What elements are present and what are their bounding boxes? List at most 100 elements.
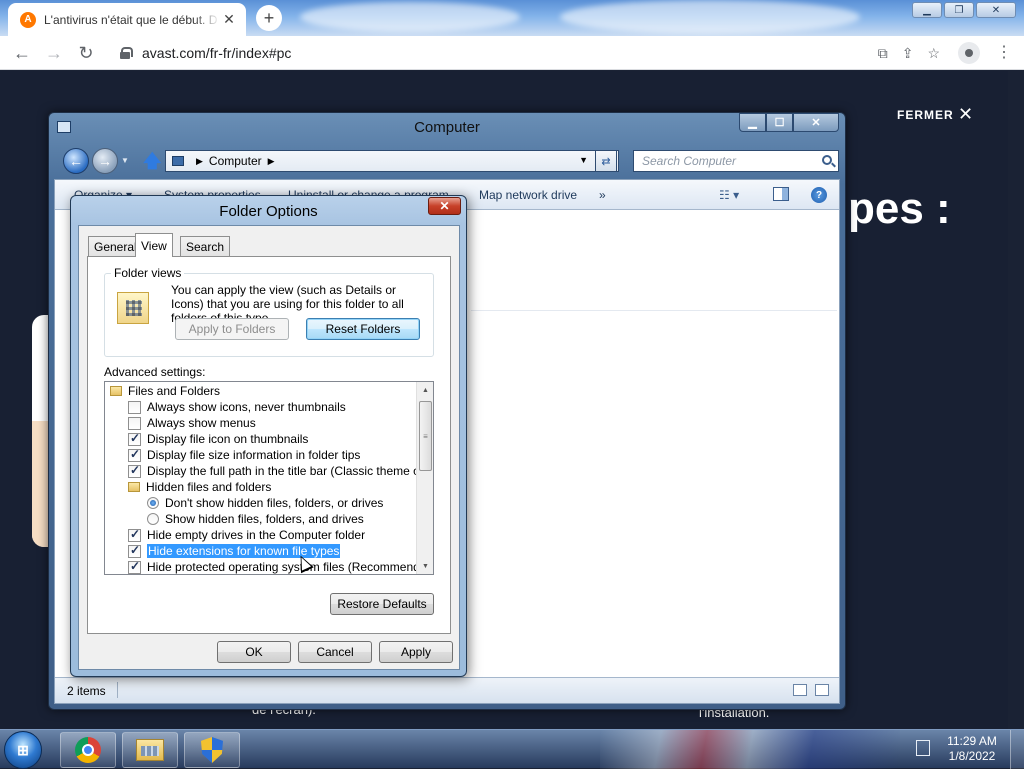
checkbox[interactable] — [128, 431, 141, 446]
tree-option[interactable]: Show hidden files, folders, and drives — [147, 511, 364, 527]
windows-logo-icon: ⊞ — [17, 741, 29, 758]
checkbox[interactable] — [128, 463, 141, 478]
tab-search[interactable]: Search — [180, 236, 231, 256]
tree-option[interactable]: Always show menus — [128, 415, 256, 431]
explorer-maximize-button[interactable]: ☐ — [766, 113, 793, 132]
tab-view[interactable]: View — [135, 233, 173, 257]
back-arrow-icon[interactable]: ← — [10, 41, 34, 65]
tree-scrollbar[interactable]: ▲ ≡ ▼ — [416, 382, 433, 574]
details-view-icon[interactable] — [793, 684, 807, 696]
scroll-thumb[interactable]: ≡ — [419, 401, 432, 471]
share-icon[interactable]: ⇪ — [902, 45, 914, 62]
apply-to-folders-button[interactable]: Apply to Folders — [175, 318, 289, 340]
sky-decoration — [560, 0, 860, 34]
tab-close-icon[interactable]: ✕ — [220, 11, 238, 28]
explorer-address-bar[interactable]: ▶ Computer ▶ ▼ — [165, 150, 619, 172]
explorer-minimize-button[interactable]: ▁ — [739, 113, 766, 132]
file-explorer-icon — [136, 739, 164, 761]
translate-icon[interactable]: ⧉ — [878, 45, 888, 62]
taskbar-chrome-button[interactable] — [60, 732, 116, 768]
back-arrow-icon[interactable]: ← — [63, 148, 89, 174]
tree-option[interactable]: Display file size information in folder … — [128, 447, 360, 463]
taskbar-explorer-button[interactable] — [122, 732, 178, 768]
reset-folders-button[interactable]: Reset Folders — [306, 318, 420, 340]
breadcrumb-computer[interactable]: Computer — [209, 154, 262, 168]
bookmark-star-icon[interactable]: ☆ — [927, 45, 940, 62]
large-icons-view-icon[interactable] — [815, 684, 829, 696]
explorer-caption-buttons: ▁ ☐ ✕ — [739, 113, 839, 132]
up-arrow-icon[interactable]: 🡅 — [143, 149, 162, 179]
radio-button[interactable] — [147, 513, 159, 525]
close-overlay-link[interactable]: FERMER — [897, 108, 954, 122]
tree-option[interactable]: Display the full path in the title bar (… — [128, 463, 433, 479]
map-network-drive-button[interactable]: Map network drive — [479, 188, 577, 202]
tree-folder-files-and-folders: Files and Folders — [110, 383, 220, 399]
checkbox[interactable] — [128, 400, 141, 414]
dialog-content: General View Search Folder views You can… — [78, 225, 460, 670]
tree-option[interactable]: Display file icon on thumbnails — [128, 431, 308, 447]
apply-button[interactable]: Apply — [379, 641, 453, 663]
checkbox[interactable] — [128, 416, 141, 430]
help-icon[interactable]: ? — [811, 187, 827, 203]
clock-date: 1/8/2022 — [948, 749, 996, 763]
restore-defaults-button[interactable]: Restore Defaults — [330, 593, 434, 615]
folder-icon — [128, 482, 140, 492]
explorer-search-input[interactable]: Search Computer — [633, 150, 839, 172]
checkbox[interactable] — [128, 447, 141, 462]
network-icon[interactable] — [916, 740, 930, 756]
tab-title: L'antivirus n'était que le début. D — [44, 12, 218, 27]
radio-button[interactable] — [147, 497, 159, 509]
tree-label: Show hidden files, folders, and drives — [165, 512, 364, 526]
reload-icon[interactable]: ↻ — [74, 41, 98, 65]
security-shield-icon — [201, 737, 223, 763]
more-commands-chevron[interactable]: » — [599, 188, 606, 202]
tree-label: Hidden files and folders — [146, 480, 272, 494]
dialog-close-button[interactable]: ✕ — [428, 197, 461, 215]
minimize-button[interactable]: ▁ — [912, 2, 942, 18]
forward-arrow-icon[interactable]: → — [42, 41, 66, 65]
advanced-settings-label: Advanced settings: — [104, 365, 206, 379]
system-clock[interactable]: 11:29 AM 1/8/2022 — [940, 734, 1004, 764]
checkbox[interactable] — [128, 527, 141, 542]
search-icon[interactable] — [822, 155, 832, 165]
preview-pane-icon[interactable] — [773, 187, 789, 201]
breadcrumb-arrow-icon[interactable]: ▶ — [196, 156, 203, 167]
breadcrumb-arrow-icon[interactable]: ▶ — [268, 156, 275, 167]
history-dropdown-icon[interactable]: ▼ — [121, 156, 129, 165]
cancel-button[interactable]: Cancel — [298, 641, 372, 663]
scroll-down-arrow-icon[interactable]: ▼ — [417, 558, 433, 574]
tree-option[interactable]: Hide protected operating system files (R… — [128, 559, 433, 574]
explorer-close-button[interactable]: ✕ — [793, 113, 839, 132]
show-desktop-button[interactable] — [1010, 730, 1024, 769]
avast-favicon-icon: A — [20, 11, 36, 28]
address-dropdown-icon[interactable]: ▼ — [579, 155, 588, 165]
profile-avatar-icon[interactable] — [958, 42, 980, 64]
kebab-menu-icon[interactable]: ⋮ — [996, 42, 1012, 62]
checkbox[interactable] — [128, 559, 141, 574]
ok-button[interactable]: OK — [217, 641, 291, 663]
new-tab-button[interactable]: + — [256, 5, 282, 31]
close-x-icon[interactable]: ✕ — [958, 104, 973, 125]
sky-decoration — [300, 2, 520, 32]
page-scrollbar[interactable]: ▲ ▼ — [1008, 71, 1024, 729]
checkbox[interactable] — [128, 543, 141, 558]
tree-label: Hide empty drives in the Computer folder — [147, 528, 366, 542]
change-view-icon[interactable]: ☷ ▾ — [719, 188, 739, 202]
tree-folder-hidden-files: Hidden files and folders — [128, 479, 271, 495]
forward-arrow-icon[interactable]: → — [92, 148, 118, 174]
start-button[interactable]: ⊞ — [4, 731, 42, 769]
refresh-icon[interactable]: ⇄ — [595, 150, 617, 172]
address-bar[interactable]: avast.com/fr-fr/index#pc ⧉ ⇪ ☆ — [108, 40, 948, 66]
scroll-up-arrow-icon[interactable]: ▲ — [417, 382, 433, 398]
browser-window-controls: ▁ ❐ ✕ — [912, 2, 1016, 18]
browser-tab[interactable]: A L'antivirus n'était que le début. D ✕ — [8, 3, 246, 36]
tree-option[interactable]: Hide empty drives in the Computer folder — [128, 527, 365, 543]
taskbar-security-button[interactable] — [184, 732, 240, 768]
close-button[interactable]: ✕ — [976, 2, 1016, 18]
tree-option[interactable]: Don't show hidden files, folders, or dri… — [147, 495, 383, 511]
tree-option[interactable]: Always show icons, never thumbnails — [128, 399, 346, 415]
tree-label: Files and Folders — [128, 384, 221, 398]
restore-button[interactable]: ❐ — [944, 2, 974, 18]
explorer-title: Computer — [414, 119, 480, 136]
tree-label: Don't show hidden files, folders, or dri… — [165, 496, 384, 510]
